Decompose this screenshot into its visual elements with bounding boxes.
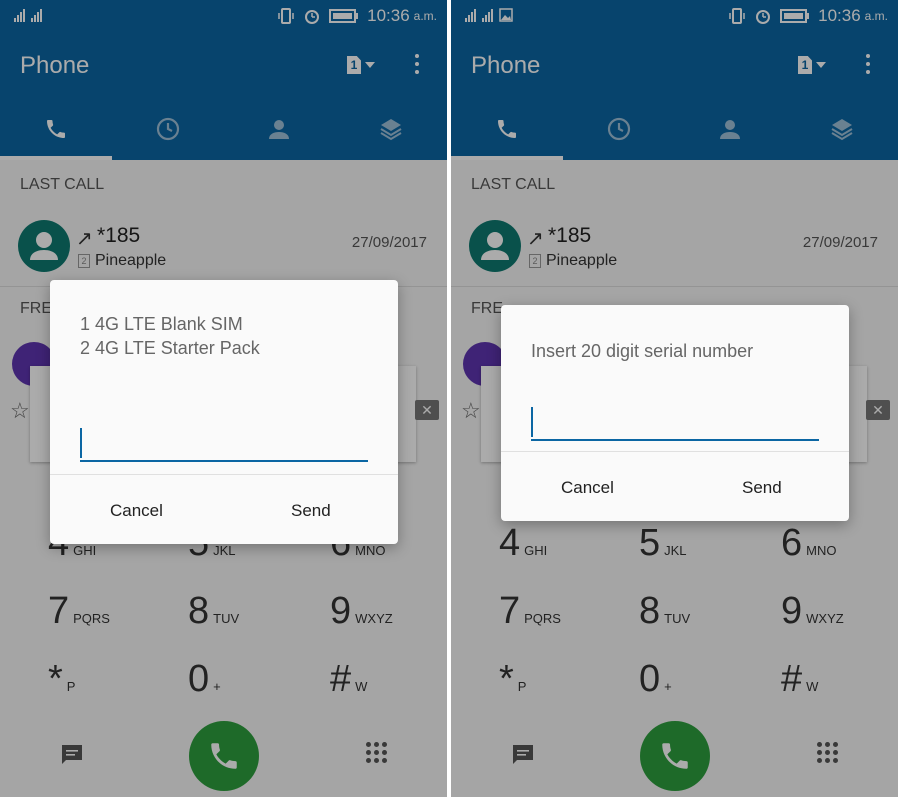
dialog-message: 1 4G LTE Blank SIM 2 4G LTE Starter Pack xyxy=(80,314,260,358)
ussd-dialog: 1 4G LTE Blank SIM 2 4G LTE Starter Pack… xyxy=(50,280,398,544)
cancel-button[interactable]: Cancel xyxy=(110,501,163,521)
serial-number-input[interactable] xyxy=(531,405,819,441)
text-caret xyxy=(531,407,533,437)
response-input[interactable] xyxy=(80,426,368,462)
divider xyxy=(50,474,398,475)
text-caret xyxy=(80,428,82,458)
dialog-message: Insert 20 digit serial number xyxy=(531,341,754,361)
divider xyxy=(501,451,849,452)
cancel-button[interactable]: Cancel xyxy=(561,478,614,498)
phone-screen-left: 10:36 a.m. Phone 1 LAST CALL ↗ *185 2 Pi… xyxy=(0,0,447,797)
send-button[interactable]: Send xyxy=(742,478,782,498)
serial-number-dialog: Insert 20 digit serial number Cancel Sen… xyxy=(501,305,849,521)
send-button[interactable]: Send xyxy=(291,501,331,521)
phone-screen-right: 10:36 a.m. Phone 1 LAST CALL ↗ *185 2 Pi… xyxy=(451,0,898,797)
